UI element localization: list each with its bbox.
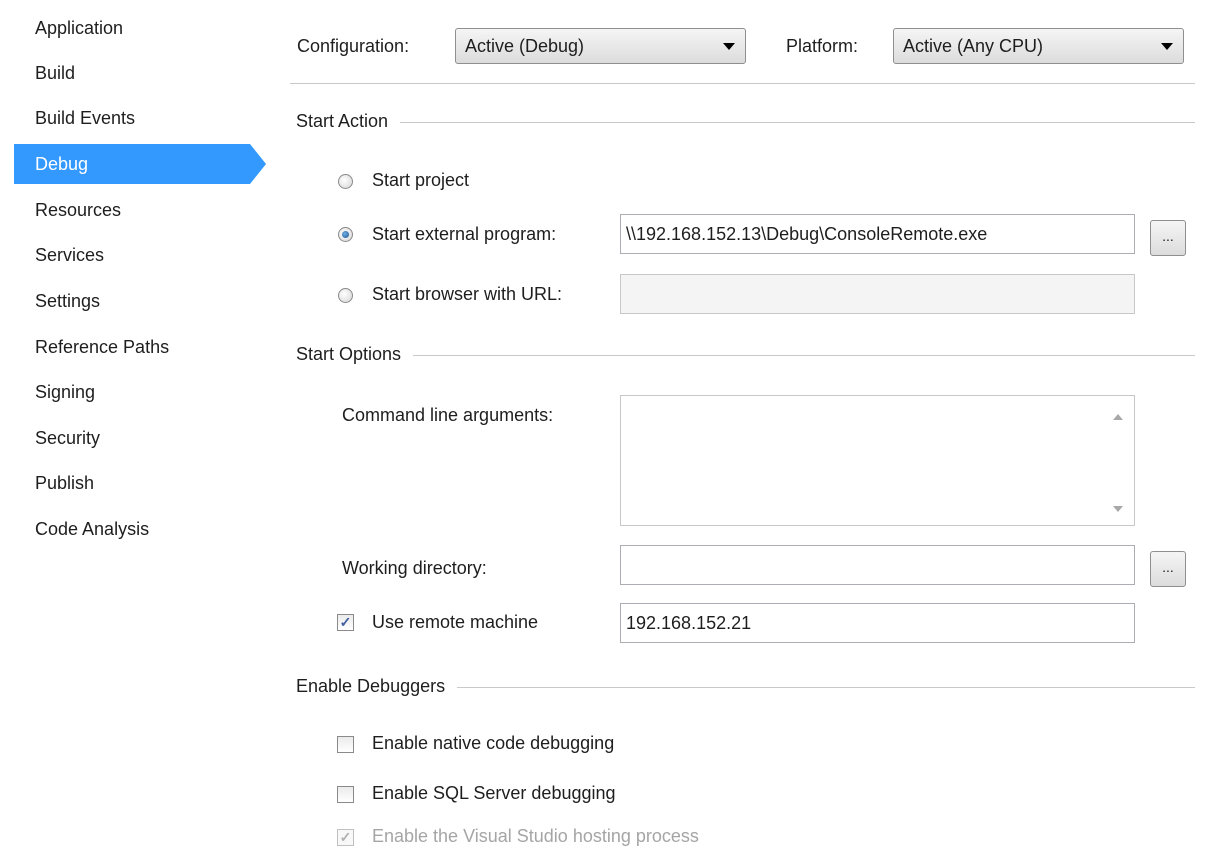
start-action-rule — [296, 122, 1195, 123]
configuration-value: Active (Debug) — [465, 36, 585, 56]
sql-server-debugging-checkbox[interactable] — [337, 786, 354, 803]
chevron-down-icon — [723, 43, 735, 50]
working-directory-input[interactable] — [620, 545, 1135, 585]
use-remote-machine-label[interactable]: Use remote machine — [372, 612, 538, 633]
start-browser-url-radio[interactable] — [338, 288, 353, 303]
start-project-label[interactable]: Start project — [372, 170, 469, 191]
start-external-program-radio[interactable] — [338, 227, 353, 242]
hosting-process-label: Enable the Visual Studio hosting process — [372, 826, 699, 846]
browse-external-program-button[interactable]: ... — [1150, 220, 1186, 256]
sidebar-item-label: Resources — [35, 200, 122, 220]
platform-value: Active (Any CPU) — [903, 36, 1044, 56]
sidebar-item-label: Build Events — [35, 108, 136, 128]
sidebar-item-label: Signing — [35, 382, 96, 402]
sidebar-item-settings[interactable]: Settings — [14, 281, 250, 321]
use-remote-machine-checkbox[interactable]: ✓ — [337, 614, 354, 631]
command-line-arguments-input[interactable] — [620, 395, 1135, 526]
external-program-path-input[interactable]: \\192.168.152.13\Debug\ConsoleRemote.exe — [620, 214, 1135, 254]
sidebar-item-label: Publish — [35, 473, 95, 493]
configuration-dropdown[interactable]: Active (Debug) — [455, 28, 746, 64]
sidebar-item-build-events[interactable]: Build Events — [14, 98, 250, 138]
start-options-title: Start Options — [296, 344, 414, 365]
sql-server-debugging-label[interactable]: Enable SQL Server debugging — [372, 783, 616, 804]
sidebar-item-application[interactable]: Application — [14, 8, 250, 48]
sidebar-item-publish[interactable]: Publish — [14, 463, 250, 503]
scroll-up-icon[interactable] — [1113, 414, 1123, 420]
sidebar-item-reference-paths[interactable]: Reference Paths — [14, 327, 250, 367]
browse-working-directory-button[interactable]: ... — [1150, 551, 1186, 587]
native-code-debugging-label[interactable]: Enable native code debugging — [372, 733, 614, 754]
chevron-down-icon — [1161, 43, 1173, 50]
hosting-process-checkbox: ✓ — [337, 829, 354, 846]
sidebar-item-resources[interactable]: Resources — [14, 190, 250, 230]
sidebar-item-label: Application — [35, 18, 124, 38]
sidebar-item-services[interactable]: Services — [14, 235, 250, 275]
working-directory-label: Working directory: — [342, 558, 487, 578]
platform-dropdown[interactable]: Active (Any CPU) — [893, 28, 1184, 64]
sidebar-item-label: Build — [35, 63, 76, 83]
configuration-label: Configuration: — [297, 36, 410, 56]
start-project-radio[interactable] — [338, 174, 353, 189]
start-options-rule — [296, 355, 1195, 356]
sidebar-item-signing[interactable]: Signing — [14, 372, 250, 412]
sidebar-item-label: Services — [35, 245, 105, 265]
sidebar-item-security[interactable]: Security — [14, 418, 250, 458]
sidebar-item-build[interactable]: Build — [14, 53, 250, 93]
sidebar-item-label: Security — [35, 428, 101, 448]
header-separator — [290, 83, 1195, 84]
native-code-debugging-checkbox[interactable] — [337, 736, 354, 753]
sidebar-item-label: Code Analysis — [35, 519, 150, 539]
sidebar-item-code-analysis[interactable]: Code Analysis — [14, 509, 250, 549]
project-properties-sidebar: Application Build Build Events Debug Res… — [0, 0, 268, 859]
start-external-program-label[interactable]: Start external program: — [372, 224, 556, 245]
enable-debuggers-title: Enable Debuggers — [296, 676, 458, 697]
sidebar-item-debug[interactable]: Debug — [14, 144, 266, 184]
remote-machine-input[interactable]: 192.168.152.21 — [620, 603, 1135, 643]
scroll-down-icon[interactable] — [1113, 506, 1123, 512]
platform-label: Platform: — [786, 36, 859, 56]
command-line-arguments-label: Command line arguments: — [342, 405, 554, 425]
sidebar-item-label: Settings — [35, 291, 101, 311]
sidebar-item-label: Debug — [35, 154, 89, 174]
sidebar-item-label: Reference Paths — [35, 337, 170, 357]
start-browser-url-label[interactable]: Start browser with URL: — [372, 284, 562, 305]
start-action-title: Start Action — [296, 111, 401, 132]
browser-url-input[interactable] — [620, 274, 1135, 314]
sidebar-divider — [268, 0, 269, 859]
